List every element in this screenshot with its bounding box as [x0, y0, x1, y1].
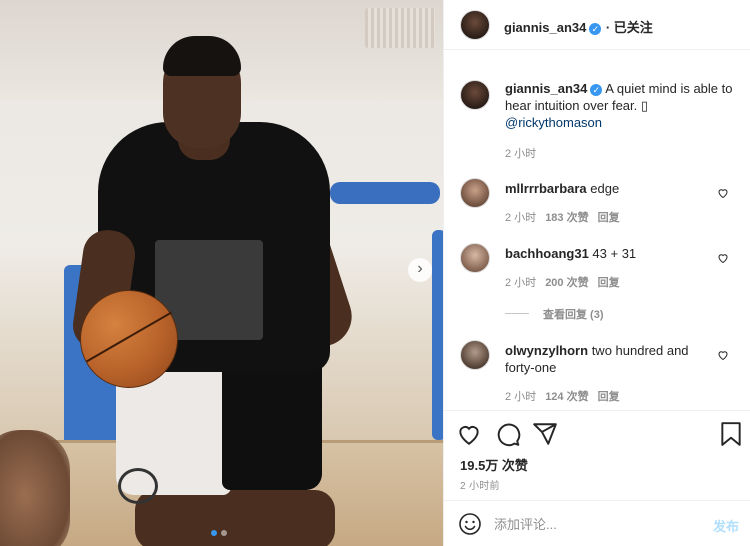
reply-button[interactable]: 回复: [598, 391, 620, 403]
comment-avatar[interactable]: [460, 178, 490, 208]
share-icon[interactable]: [532, 421, 558, 447]
comment-username[interactable]: bachhoang31: [505, 246, 589, 261]
post-caption: giannis_an34 ✓ A quiet mind is able to he…: [505, 80, 737, 131]
post-time: 2 小时前: [460, 481, 500, 492]
carousel-next-button[interactable]: ›: [408, 258, 432, 282]
view-replies-label[interactable]: 查看回复 (3): [543, 309, 604, 321]
follow-status[interactable]: · 已关注: [606, 20, 653, 35]
heart-icon[interactable]: [717, 349, 729, 361]
comment-meta: 2 小时 200 次赞 回复: [505, 277, 620, 289]
carousel-dot-active: [211, 530, 217, 536]
comment-username[interactable]: mllrrrbarbara: [505, 181, 587, 196]
reply-button[interactable]: 回复: [598, 212, 620, 224]
caption-time: 2 小时: [505, 148, 537, 160]
comment-item: bachhoang31 43 + 31: [505, 245, 710, 262]
comment-likes[interactable]: 183 次赞: [545, 212, 588, 224]
verified-icon: ✓: [590, 84, 603, 96]
post-side-panel: giannis_an34 ✓ · 已关注 giannis_an34 ✓ A quie…: [443, 0, 750, 546]
heart-icon[interactable]: [717, 187, 729, 199]
comments-list[interactable]: giannis_an34 ✓ A quiet mind is able to he…: [444, 50, 750, 410]
foreground-arm: [0, 430, 70, 546]
caption-mention-link[interactable]: @rickythomason: [505, 115, 602, 130]
comment-avatar[interactable]: [460, 243, 490, 273]
caption-avatar[interactable]: [460, 80, 490, 110]
comment-text: 43 + 31: [592, 246, 637, 261]
comment-username[interactable]: olwynzylhorn: [505, 343, 588, 358]
comment-text: edge: [590, 181, 620, 196]
bookmark-icon[interactable]: [718, 421, 744, 447]
heart-icon[interactable]: [717, 252, 729, 264]
comment-meta: 2 小时 183 次赞 回复: [505, 212, 620, 224]
post-header: giannis_an34 ✓ · 已关注: [444, 0, 750, 50]
basketball: [80, 290, 178, 388]
comment-item: olwynzylhorn two hundred and forty-one: [505, 342, 710, 376]
author-username[interactable]: giannis_an34: [504, 20, 586, 35]
hoop-padding: [330, 182, 440, 204]
chevron-right-icon: ›: [417, 260, 423, 277]
carousel-dot: [221, 530, 227, 536]
caption-username[interactable]: giannis_an34: [505, 81, 587, 96]
player-legs: [135, 490, 335, 546]
likes-count[interactable]: 19.5万 次赞: [460, 455, 528, 474]
comment-icon[interactable]: [495, 421, 521, 447]
blue-padding-right: [432, 230, 443, 440]
comment-item: mllrrrbarbara edge: [505, 180, 710, 197]
shorts-flower-print: [118, 468, 158, 504]
caption-emoji-glyph: ▯: [640, 98, 649, 113]
heart-icon[interactable]: [456, 421, 482, 447]
air-vent: [365, 8, 435, 48]
comment-likes[interactable]: 124 次赞: [545, 391, 588, 403]
view-replies-button[interactable]: 查看回复 (3): [505, 305, 604, 323]
post-image[interactable]: ›: [0, 0, 443, 546]
add-comment-bar: 发布: [444, 500, 750, 546]
comment-meta: 2 小时 124 次赞 回复: [505, 391, 620, 403]
post-comment-button[interactable]: 发布: [713, 516, 739, 535]
reply-button[interactable]: 回复: [598, 277, 620, 289]
comment-avatar[interactable]: [460, 340, 490, 370]
post-actions: 19.5万 次赞 2 小时前: [444, 410, 750, 506]
verified-icon: ✓: [589, 23, 602, 35]
author-avatar[interactable]: [460, 10, 490, 40]
comment-input[interactable]: [494, 512, 694, 536]
emoji-icon[interactable]: [458, 512, 482, 536]
carousel-dots: [211, 530, 227, 536]
comment-likes[interactable]: 200 次赞: [545, 277, 588, 289]
